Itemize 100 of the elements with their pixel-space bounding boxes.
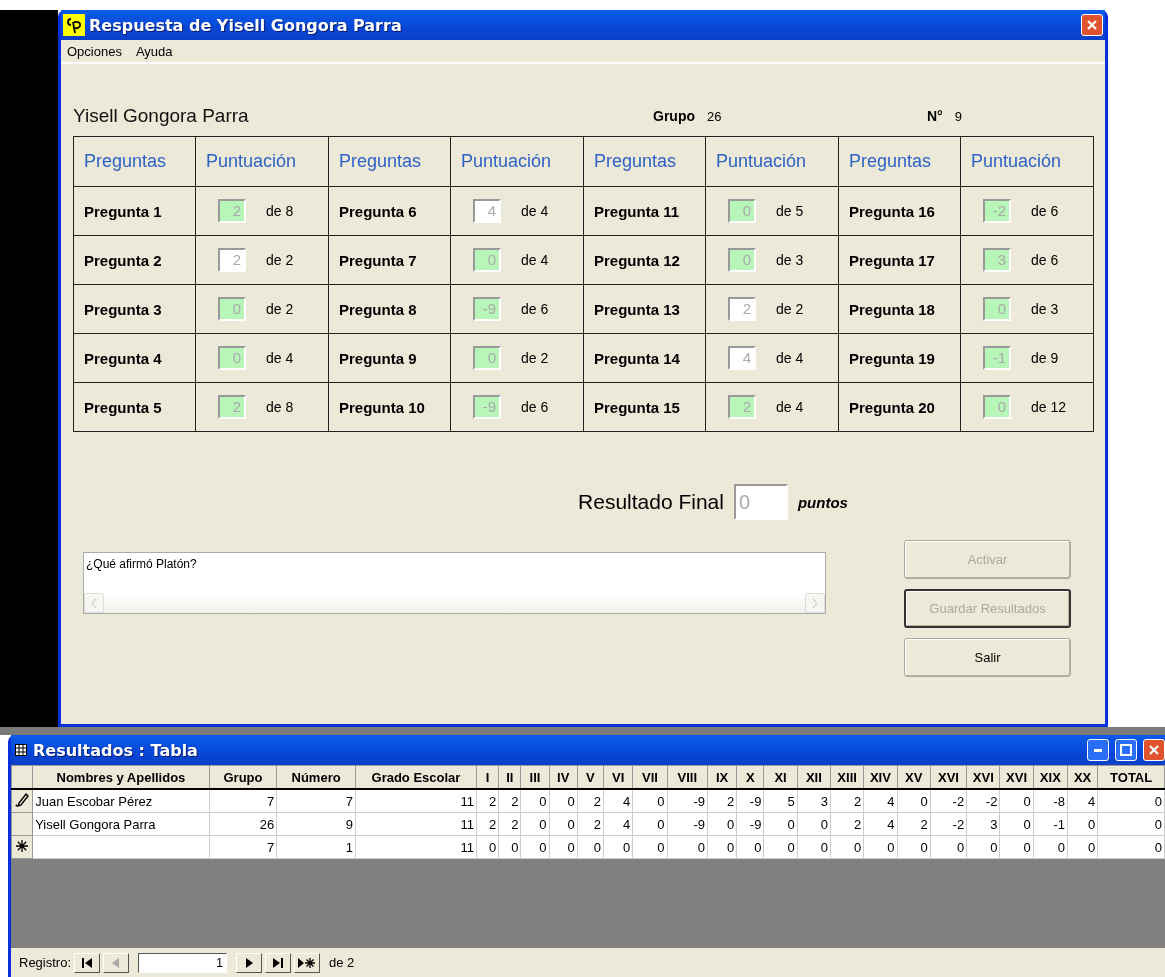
- table-cell: -2: [985, 793, 998, 809]
- table-cell: -9: [749, 793, 762, 809]
- column-header[interactable]: XVI: [930, 765, 967, 789]
- question-label: Pregunta 17: [849, 251, 935, 269]
- column-header[interactable]: XVI: [999, 765, 1034, 789]
- column-header[interactable]: Grado Escolar: [355, 765, 477, 789]
- window-title: Resultados : Tabla: [33, 740, 199, 760]
- table-cell: 0: [539, 816, 547, 832]
- question-text-field[interactable]: ¿Qué afirmó Platón?: [83, 552, 826, 614]
- question-label: Pregunta 18: [849, 300, 935, 318]
- table-cell: 0: [567, 816, 575, 832]
- close-button[interactable]: [1143, 739, 1165, 761]
- navigation-button[interactable]: [265, 952, 292, 973]
- row-selector[interactable]: [11, 835, 33, 859]
- column-header[interactable]: Grupo: [209, 765, 277, 789]
- column-header[interactable]: XX: [1067, 765, 1098, 789]
- table-cell: 9: [345, 816, 353, 832]
- minimize-icon: [1094, 748, 1102, 752]
- question-label: Pregunta 13: [594, 300, 680, 318]
- question-label: Pregunta 12: [594, 251, 680, 269]
- previous-record-icon: [112, 957, 121, 968]
- column-header[interactable]: Nombres y Apellidos: [32, 765, 210, 789]
- row-selector[interactable]: [11, 789, 33, 813]
- table-cell: 2: [920, 816, 928, 832]
- column-header[interactable]: V: [577, 765, 604, 789]
- column-header[interactable]: Número: [276, 765, 356, 789]
- table-cell: 0: [1023, 839, 1031, 855]
- table-cell: 0: [539, 839, 547, 855]
- column-header: Preguntas: [849, 151, 932, 172]
- table-cell: 7: [267, 839, 275, 855]
- column-header[interactable]: II: [498, 765, 521, 789]
- column-header[interactable]: XV: [897, 765, 931, 789]
- table-cell: 1: [345, 839, 353, 855]
- column-header[interactable]: IX: [707, 765, 737, 789]
- table-cell: 0: [956, 839, 965, 855]
- column-header[interactable]: XI: [763, 765, 798, 789]
- column-header[interactable]: X: [736, 765, 764, 789]
- max-score: de 5: [776, 203, 804, 219]
- table-cell: 0: [1023, 793, 1031, 809]
- table-cell: 2: [593, 816, 602, 832]
- max-score: de 6: [1031, 203, 1059, 219]
- close-button[interactable]: [1081, 14, 1103, 36]
- question-label: Pregunta 7: [339, 251, 417, 269]
- max-score: de 2: [266, 301, 294, 317]
- window-title: Respuesta de Yisell Gongora Parra: [89, 15, 403, 35]
- navigation-button[interactable]: [74, 952, 101, 973]
- group-value: 26: [707, 108, 723, 124]
- max-score: de 9: [1031, 350, 1059, 366]
- minimize-button[interactable]: [1087, 739, 1109, 761]
- column-header[interactable]: XII: [797, 765, 831, 789]
- menu-item[interactable]: Opciones: [67, 43, 122, 59]
- table-cell: 0: [726, 816, 735, 832]
- table-cell: -9: [749, 816, 762, 832]
- record-number-field[interactable]: 1: [138, 952, 228, 973]
- table-cell: 0: [820, 816, 828, 832]
- column-header[interactable]: XIII: [830, 765, 864, 789]
- maximize-button[interactable]: [1115, 739, 1137, 761]
- question-text: ¿Qué afirmó Platón?: [85, 556, 198, 573]
- table-cell: 2: [488, 793, 497, 809]
- max-score: de 6: [1031, 252, 1059, 268]
- column-header[interactable]: XVI: [966, 765, 1000, 789]
- table-cell: 0: [1154, 839, 1162, 855]
- column-header[interactable]: TOTAL: [1097, 765, 1165, 789]
- column-header[interactable]: VIII: [667, 765, 708, 789]
- table-cell: 0: [1154, 816, 1162, 832]
- column-header[interactable]: VII: [632, 765, 668, 789]
- student-name: Yisell Gongora Parra: [73, 105, 250, 127]
- horizontal-scrollbar[interactable]: [84, 593, 825, 613]
- record-count: de 2: [329, 955, 355, 970]
- column-header[interactable]: XIX: [1033, 765, 1068, 789]
- column-header[interactable]: XIV: [863, 765, 898, 789]
- max-score: de 2: [266, 252, 294, 268]
- last-record-icon: [272, 957, 285, 968]
- number-value: 9: [954, 108, 962, 124]
- column-header[interactable]: IV: [549, 765, 578, 789]
- navigation-button[interactable]: [236, 952, 263, 973]
- column-header[interactable]: I: [476, 765, 499, 789]
- table-cell: 0: [567, 793, 575, 809]
- table-cell: 2: [593, 793, 602, 809]
- table-cell: 0: [1023, 816, 1031, 832]
- table-cell: 5: [787, 793, 795, 809]
- table-cell: 11: [460, 793, 474, 809]
- max-score: de 3: [1031, 301, 1059, 317]
- column-header: Puntuación: [206, 151, 297, 172]
- navigation-button[interactable]: [294, 952, 321, 973]
- question-label: Pregunta 5: [84, 398, 162, 416]
- table-cell: 0: [657, 839, 665, 855]
- next-record-icon: [245, 957, 254, 968]
- question-label: Pregunta 14: [594, 349, 680, 367]
- action-button[interactable]: Salir: [904, 638, 1071, 677]
- table-cell: 3: [990, 816, 998, 832]
- menu-item[interactable]: Ayuda: [135, 43, 173, 59]
- table-cell: 4: [887, 793, 895, 809]
- question-label: Pregunta 19: [849, 349, 935, 367]
- question-label: Pregunta 9: [339, 349, 417, 367]
- table-cell: 4: [887, 816, 895, 832]
- column-header: Preguntas: [594, 151, 677, 172]
- table-cell: 0: [787, 816, 795, 832]
- column-header[interactable]: III: [520, 765, 550, 789]
- column-header[interactable]: VI: [603, 765, 633, 789]
